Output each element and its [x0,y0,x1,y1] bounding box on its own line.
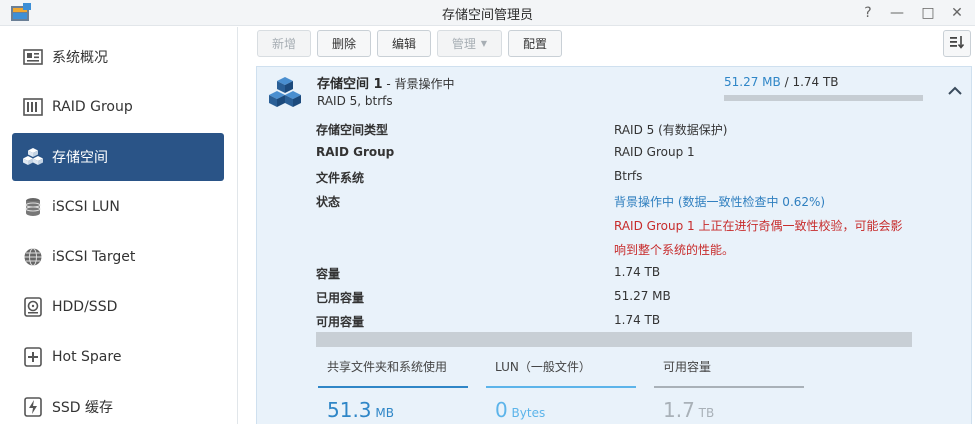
sort-button[interactable] [943,30,971,57]
detail-value-filesystem: Btrfs [614,169,643,183]
legend-value: 51.3 MB [318,398,468,422]
hot-spare-icon [22,346,44,368]
warning-text-line-1: RAID Group 1 上正在进行奇偶一致性校验，可能会影 [614,219,903,233]
database-icon [22,196,44,218]
volume-status: - 背景操作中 [382,77,455,91]
minimize-button[interactable]: — [886,2,908,24]
volume-title: 存储空间 1 - 背景操作中 [317,73,455,92]
used-capacity-value: 51.27 MB [614,289,671,303]
legend-value: 0 Bytes [486,398,636,422]
legend-unit: MB [371,406,394,420]
sidebar-item-ssd-cache[interactable]: SSD 缓存 [12,383,224,424]
detail-value-volume-type: RAID 5 (有数据保护) [614,123,728,137]
legend-number: 51.3 [327,398,372,422]
used-capacity-label: 已用容量 [316,291,365,305]
sidebar-item-hot-spare[interactable]: Hot Spare [12,333,224,381]
capacity-bar [316,332,912,347]
usage-used: 51.27 MB [724,75,781,89]
sidebar-item-iscsi-target[interactable]: iSCSI Target [12,233,224,281]
sidebar-item-label: 系统概况 [52,50,108,66]
legend-shared-folders: 共享文件夹和系统使用 51.3 MB [318,358,468,422]
detail-value-raid-group: RAID Group 1 [614,145,695,159]
toolbar: 新增 删除 编辑 管理 ▼ 配置 [250,27,975,63]
legend-line [486,386,636,388]
legend-unit: TB [694,406,715,420]
collapse-chevron-up-icon[interactable] [945,81,965,101]
legend-line [654,386,804,388]
title-bar: 存储空间管理员 ? — □ ✕ [0,0,975,26]
volume-cubes-icon [267,75,303,111]
sidebar-item-hdd-ssd[interactable]: HDD/SSD [12,283,224,331]
manage-label: 管理 [451,37,476,51]
capacity-value: 1.74 TB [614,265,661,279]
legend-free: 可用容量 1.7 TB [654,358,804,422]
sidebar-item-overview[interactable]: 系统概况 [12,33,224,81]
help-button[interactable]: ? [857,2,879,24]
legend-lun: LUN（一般文件） 0 Bytes [486,358,636,422]
sidebar-item-raid-group[interactable]: RAID Group [12,83,224,131]
legend-title: 共享文件夹和系统使用 [327,360,448,374]
capacity-label: 容量 [316,267,341,281]
detail-value-status: 背景操作中 (数据一致性检查中 0.62%) [614,195,826,209]
usage-summary: 51.27 MB / 1.74 TB [724,75,839,89]
volume-cubes-icon [22,146,44,168]
sidebar-item-label: SSD 缓存 [52,400,114,416]
sort-icon [949,34,965,53]
free-capacity-label: 可用容量 [316,315,365,329]
usage-total: 1.74 TB [792,75,839,89]
legend-unit: Bytes [507,406,546,420]
edit-button[interactable]: 编辑 [377,30,431,57]
overview-icon [22,46,44,68]
volume-name: 存储空间 1 [317,77,383,92]
volume-panel[interactable]: 存储空间 1 - 背景操作中 RAID 5, btrfs 51.27 MB / … [256,66,972,424]
window-title: 存储空间管理员 [441,8,533,23]
detail-label-raid-group: RAID Group [316,145,395,159]
sidebar-item-label: iSCSI Target [52,249,136,265]
sidebar-item-label: 存储空间 [52,150,108,166]
disk-icon [22,296,44,318]
sidebar-item-iscsi-lun[interactable]: iSCSI LUN [12,183,224,231]
detail-label-status: 状态 [316,195,341,209]
configure-button[interactable]: 配置 [508,30,562,57]
sidebar: 系统概况 RAID Group 存储空间 iSCSI LUN iSCSI Tar… [0,27,238,424]
raid-icon [22,96,44,118]
globe-icon [22,246,44,268]
legend-number: 1.7 [663,398,695,422]
volume-subtitle: RAID 5, btrfs [317,94,393,108]
legend-number: 0 [495,398,508,422]
maximize-button[interactable]: □ [917,2,939,24]
close-button[interactable]: ✕ [946,2,968,24]
legend-title: LUN（一般文件） [495,360,591,374]
sidebar-item-label: RAID Group [52,99,133,115]
chevron-down-icon: ▼ [480,39,488,48]
legend-title: 可用容量 [663,360,712,374]
sidebar-item-volume[interactable]: 存储空间 [12,133,224,181]
warning-text-line-2: 响到整个系统的性能。 [614,243,735,257]
sidebar-item-label: Hot Spare [52,349,122,365]
free-capacity-value: 1.74 TB [614,313,661,327]
create-button[interactable]: 新增 [257,30,311,57]
ssd-cache-icon [22,396,44,418]
sidebar-item-label: HDD/SSD [52,299,118,315]
legend-line [318,386,468,388]
usage-separator: / [780,75,793,89]
usage-bar [724,95,923,101]
manage-dropdown-button[interactable]: 管理 ▼ [437,30,502,57]
legend-value: 1.7 TB [654,398,804,422]
delete-button[interactable]: 删除 [317,30,371,57]
sidebar-item-label: iSCSI LUN [52,199,120,215]
detail-label-volume-type: 存储空间类型 [316,123,389,137]
detail-label-filesystem: 文件系统 [316,171,365,185]
